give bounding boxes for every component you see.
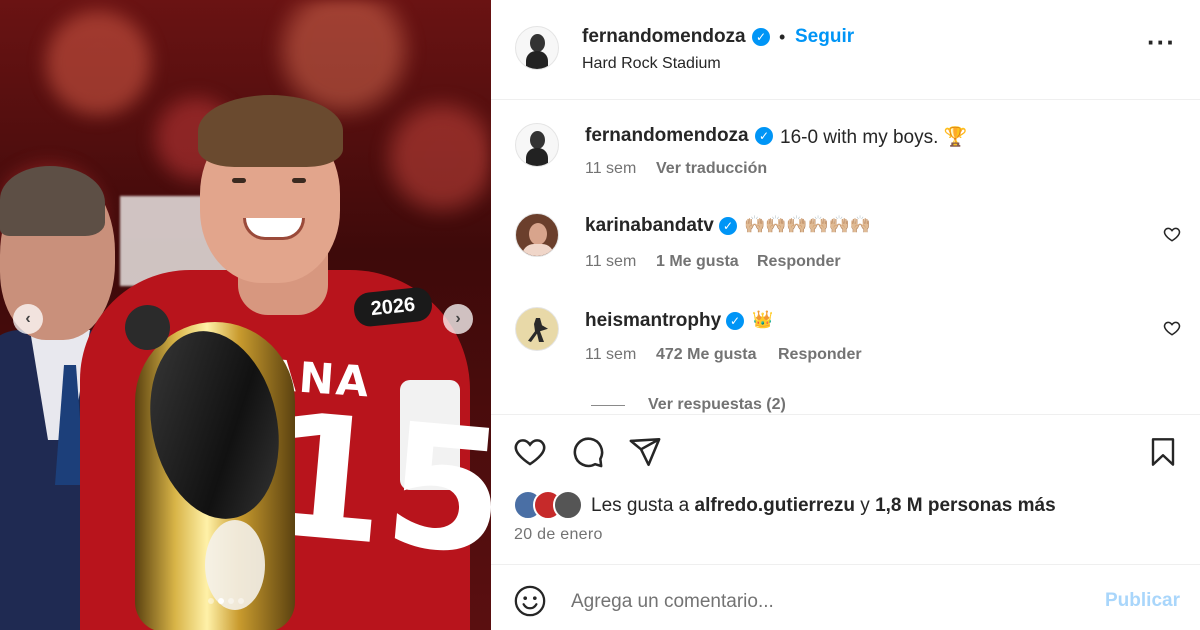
jersey-number: 15 [259, 376, 491, 594]
likes-summary: Les gusta a alfredo.gutierrezu y 1,8 M p… [591, 495, 1056, 517]
emoji-icon[interactable] [513, 584, 547, 618]
liker-avatar [553, 490, 583, 520]
verified-badge-icon [752, 28, 770, 46]
post-date[interactable]: 20 de enero [514, 526, 603, 544]
post-photo[interactable]: DIANA 15 2026 ‹ › [0, 0, 491, 630]
comment-like-heart-icon[interactable] [1163, 225, 1181, 243]
author-username[interactable]: fernandomendoza [582, 26, 746, 48]
carousel-dot-active [218, 598, 224, 604]
likes-prefix: Les gusta a [591, 495, 690, 516]
commenter-avatar[interactable] [515, 307, 559, 351]
caption-author-username[interactable]: fernandomendoza [585, 125, 749, 147]
verified-badge-icon [755, 127, 773, 145]
caption-author-avatar[interactable] [515, 123, 559, 167]
presenter-hair [0, 166, 105, 236]
comment-username[interactable]: karinabandatv [585, 215, 714, 237]
more-options-icon[interactable]: ··· [1147, 29, 1176, 55]
comment-likes[interactable]: 1 Me gusta [656, 253, 739, 271]
comment-like-heart-icon[interactable] [1163, 319, 1181, 337]
header-divider [491, 99, 1200, 100]
likers-avatars[interactable] [513, 490, 585, 520]
carousel-indicator [208, 598, 244, 604]
caption-text: 16-0 with my boys. 🏆 [780, 127, 968, 148]
replies-line [591, 405, 625, 406]
post-details-panel: fernandomendoza • Seguir Hard Rock Stadi… [491, 0, 1200, 630]
composer-divider [491, 564, 1200, 565]
share-icon[interactable] [628, 435, 662, 469]
reply-button[interactable]: Responder [757, 253, 841, 271]
comments-divider [491, 414, 1200, 415]
player-hair [198, 95, 343, 167]
carousel-next-button[interactable]: › [443, 304, 473, 334]
likes-user-link[interactable]: alfredo.gutierrezu [695, 495, 855, 516]
carousel-dot [228, 598, 234, 604]
trophy-base [205, 520, 265, 610]
chevron-right-icon: › [455, 310, 461, 327]
author-avatar[interactable] [515, 26, 559, 70]
comment-icon[interactable] [571, 435, 605, 469]
likes-conj: y [860, 495, 870, 516]
bookmark-icon[interactable] [1147, 435, 1179, 469]
verified-badge-icon [726, 312, 744, 330]
likes-others-link[interactable]: 1,8 M personas más [875, 495, 1056, 516]
comment-input[interactable] [571, 588, 1071, 616]
heart-icon[interactable] [513, 435, 547, 469]
carousel-prev-button[interactable]: ‹ [13, 304, 43, 334]
verified-badge-icon [719, 217, 737, 235]
publish-button[interactable]: Publicar [1105, 590, 1180, 612]
reply-button[interactable]: Responder [778, 346, 862, 364]
comment-age[interactable]: 11 sem [585, 253, 636, 271]
comment-username[interactable]: heismantrophy [585, 310, 721, 332]
comment-text: 👑 [752, 310, 774, 329]
caption-age[interactable]: 11 sem [585, 160, 636, 178]
separator-dot: • [779, 27, 786, 47]
carousel-dot [208, 598, 214, 604]
comment-age[interactable]: 11 sem [585, 346, 636, 364]
comment-text: 🙌🏼🙌🏼🙌🏼🙌🏼🙌🏼🙌🏼 [744, 215, 872, 234]
location-link[interactable]: Hard Rock Stadium [582, 55, 721, 73]
player-eye-right [292, 178, 306, 183]
commenter-avatar[interactable] [515, 213, 559, 257]
player-eye-left [232, 178, 246, 183]
translate-button[interactable]: Ver traducción [656, 160, 767, 178]
follow-button[interactable]: Seguir [795, 26, 854, 48]
carousel-dot [238, 598, 244, 604]
comment-likes[interactable]: 472 Me gusta [656, 346, 756, 364]
view-replies-button[interactable]: Ver respuestas (2) [648, 396, 786, 414]
chevron-left-icon: ‹ [25, 310, 31, 327]
